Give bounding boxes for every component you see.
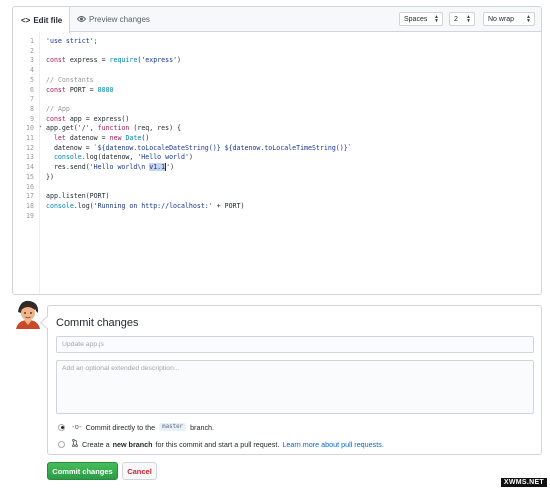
fold-arrow-icon[interactable]: ▾ xyxy=(39,124,42,130)
avatar[interactable] xyxy=(12,298,43,329)
commit-form: Commit changes Update app.js Add an opti… xyxy=(47,305,542,455)
avatar-image xyxy=(12,298,43,329)
line-number: 2 xyxy=(30,46,34,55)
commit-direct-suffix: branch. xyxy=(190,422,215,432)
indent-mode-select[interactable]: Spaces ▲ ▼ xyxy=(399,12,443,26)
eye-icon xyxy=(76,15,87,24)
commit-changes-button[interactable]: Commit changes xyxy=(47,462,118,480)
code-line: console.log('Running on http://localhost… xyxy=(46,201,245,210)
cancel-button[interactable]: Cancel xyxy=(122,462,157,480)
code-line: const PORT = 8080 xyxy=(46,85,114,94)
indent-mode-value: Spaces xyxy=(404,15,428,23)
commit-summary-input[interactable]: Update app.js xyxy=(56,336,534,353)
line-number-gutter: 1 2 3 4 5 6 7 8 9 10 11 12 13 14 15 16 1… xyxy=(13,32,40,294)
code-line: res.send('Hello world\n v1.1') xyxy=(46,163,175,172)
tab-preview-changes-label: Preview changes xyxy=(89,15,150,24)
editor-toolbar: <> Edit file Preview changes Spaces ▲ ▼ 2… xyxy=(13,7,541,33)
tab-edit-file-label: Edit file xyxy=(33,15,63,25)
code-line: // App xyxy=(46,104,70,113)
line-number: 16 xyxy=(26,182,34,191)
code-line: const express = require('express') xyxy=(46,56,182,65)
code-line: app.listen(PORT) xyxy=(46,192,110,201)
code-line: }) xyxy=(46,172,54,181)
git-pull-request-icon xyxy=(72,438,78,449)
line-number: 8 xyxy=(30,104,34,113)
commit-direct-option[interactable]: -o- Commit directly to the master branch… xyxy=(58,421,214,433)
line-number: 17 xyxy=(26,192,34,201)
line-number: 7 xyxy=(30,95,34,104)
new-branch-bold: new branch xyxy=(112,439,153,449)
file-editor: <> Edit file Preview changes Spaces ▲ ▼ 2… xyxy=(12,6,542,295)
indent-size-value: 2 xyxy=(454,15,458,23)
learn-more-link[interactable]: Learn more about pull requests. xyxy=(282,440,384,449)
new-branch-prefix: Create a xyxy=(82,439,110,449)
new-branch-option[interactable]: Create a new branch for this commit and … xyxy=(58,438,384,450)
line-number: 14 xyxy=(26,163,34,172)
new-branch-radio[interactable] xyxy=(58,440,65,448)
line-number: 12 xyxy=(26,143,34,152)
commit-title: Commit changes xyxy=(56,317,139,329)
line-number: 11 xyxy=(26,134,34,142)
code-line: console.log(datenow, 'Hello world') xyxy=(53,153,193,162)
indent-size-select[interactable]: 2 ▲ ▼ xyxy=(449,12,475,26)
line-number: 15 xyxy=(26,172,34,181)
line-number: 13 xyxy=(26,153,34,162)
line-number: 18 xyxy=(26,201,34,210)
select-arrows-icon: ▲ ▼ xyxy=(526,14,531,24)
select-arrows-icon: ▲ ▼ xyxy=(434,14,439,24)
line-number: 6 xyxy=(30,85,34,94)
line-number: 5 xyxy=(30,75,34,84)
select-arrows-icon: ▲ ▼ xyxy=(466,14,471,24)
line-number: 4 xyxy=(30,66,34,75)
code-line: let datenow = new Date() xyxy=(53,134,150,142)
code-line: app.get('/', function (req, res) { xyxy=(46,124,182,133)
line-number: 19 xyxy=(26,211,34,220)
commit-description-input[interactable]: Add an optional extended description... xyxy=(56,360,534,414)
git-commit-icon: -o- xyxy=(72,423,82,431)
code-line: // Constants xyxy=(46,75,94,84)
new-branch-suffix: for this commit and start a pull request… xyxy=(155,439,280,449)
wrap-mode-select[interactable]: No wrap ▲ ▼ xyxy=(483,12,535,26)
line-number: 1 xyxy=(30,37,34,45)
line-number: 3 xyxy=(30,56,34,65)
code-line: 'use strict'; xyxy=(46,37,98,45)
wrap-mode-value: No wrap xyxy=(488,15,515,23)
commit-direct-prefix: Commit directly to the xyxy=(85,422,156,432)
line-number: 10 xyxy=(26,124,34,133)
code-line: datenow = `${datenow.toLocaleDateString(… xyxy=(46,143,352,152)
tab-edit-file[interactable]: <> Edit file xyxy=(13,7,70,33)
line-number: 9 xyxy=(30,114,34,123)
commit-direct-radio[interactable] xyxy=(58,423,65,431)
code-area[interactable]: 1 2 3 4 5 6 7 8 9 10 11 12 13 14 15 16 1… xyxy=(13,32,541,294)
code-icon: <> xyxy=(21,15,31,25)
branch-name-tag: master xyxy=(159,423,187,431)
tab-preview-changes[interactable]: Preview changes xyxy=(76,7,150,32)
watermark: XWMS.NET xyxy=(500,478,547,487)
code-line: const app = express() xyxy=(46,114,130,123)
